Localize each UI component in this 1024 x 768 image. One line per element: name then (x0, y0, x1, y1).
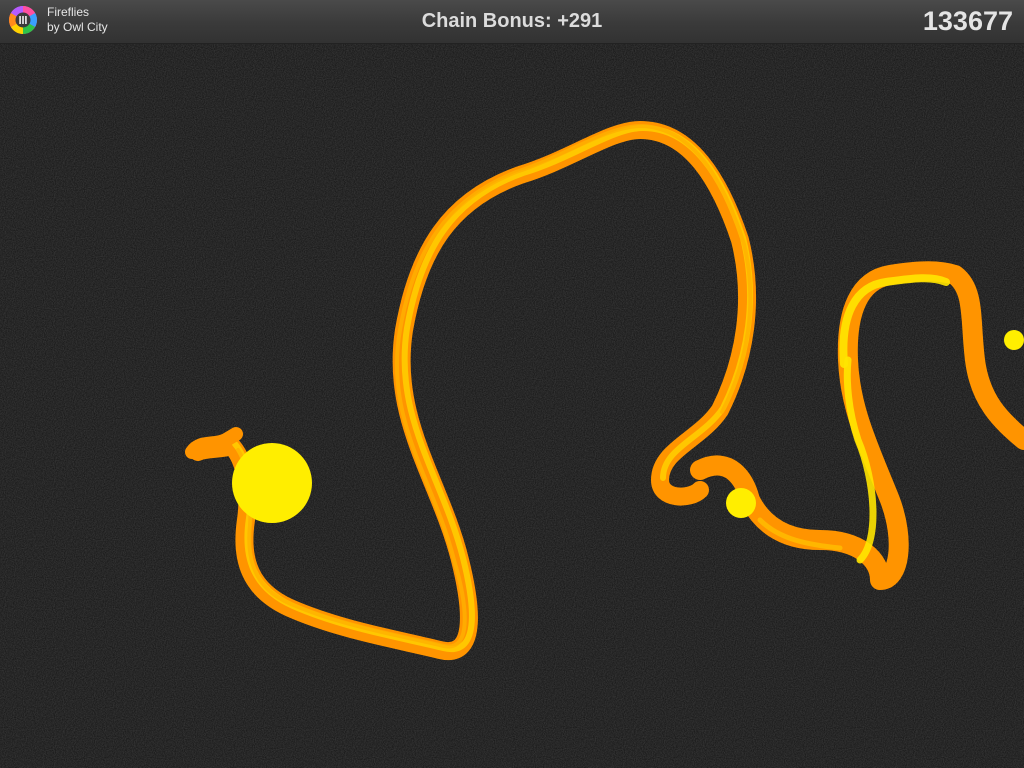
firefly-small-middle[interactable] (726, 488, 756, 518)
chain-bonus-label: Chain Bonus: +291 (421, 10, 603, 32)
score-display: 133677 (922, 6, 1013, 36)
song-wheel-icon (8, 5, 38, 35)
top-bar: Fireflies by Owl City Chain Bonus: +291 … (0, 0, 1024, 44)
song-title: Fireflies (47, 5, 90, 19)
light-trail-main (185, 121, 756, 661)
firefly-small-right[interactable] (1004, 330, 1024, 350)
play-field[interactable] (0, 44, 1024, 768)
song-info[interactable]: Fireflies by Owl City (8, 5, 108, 35)
firefly-large[interactable] (232, 443, 312, 523)
song-artist: by Owl City (47, 20, 108, 34)
